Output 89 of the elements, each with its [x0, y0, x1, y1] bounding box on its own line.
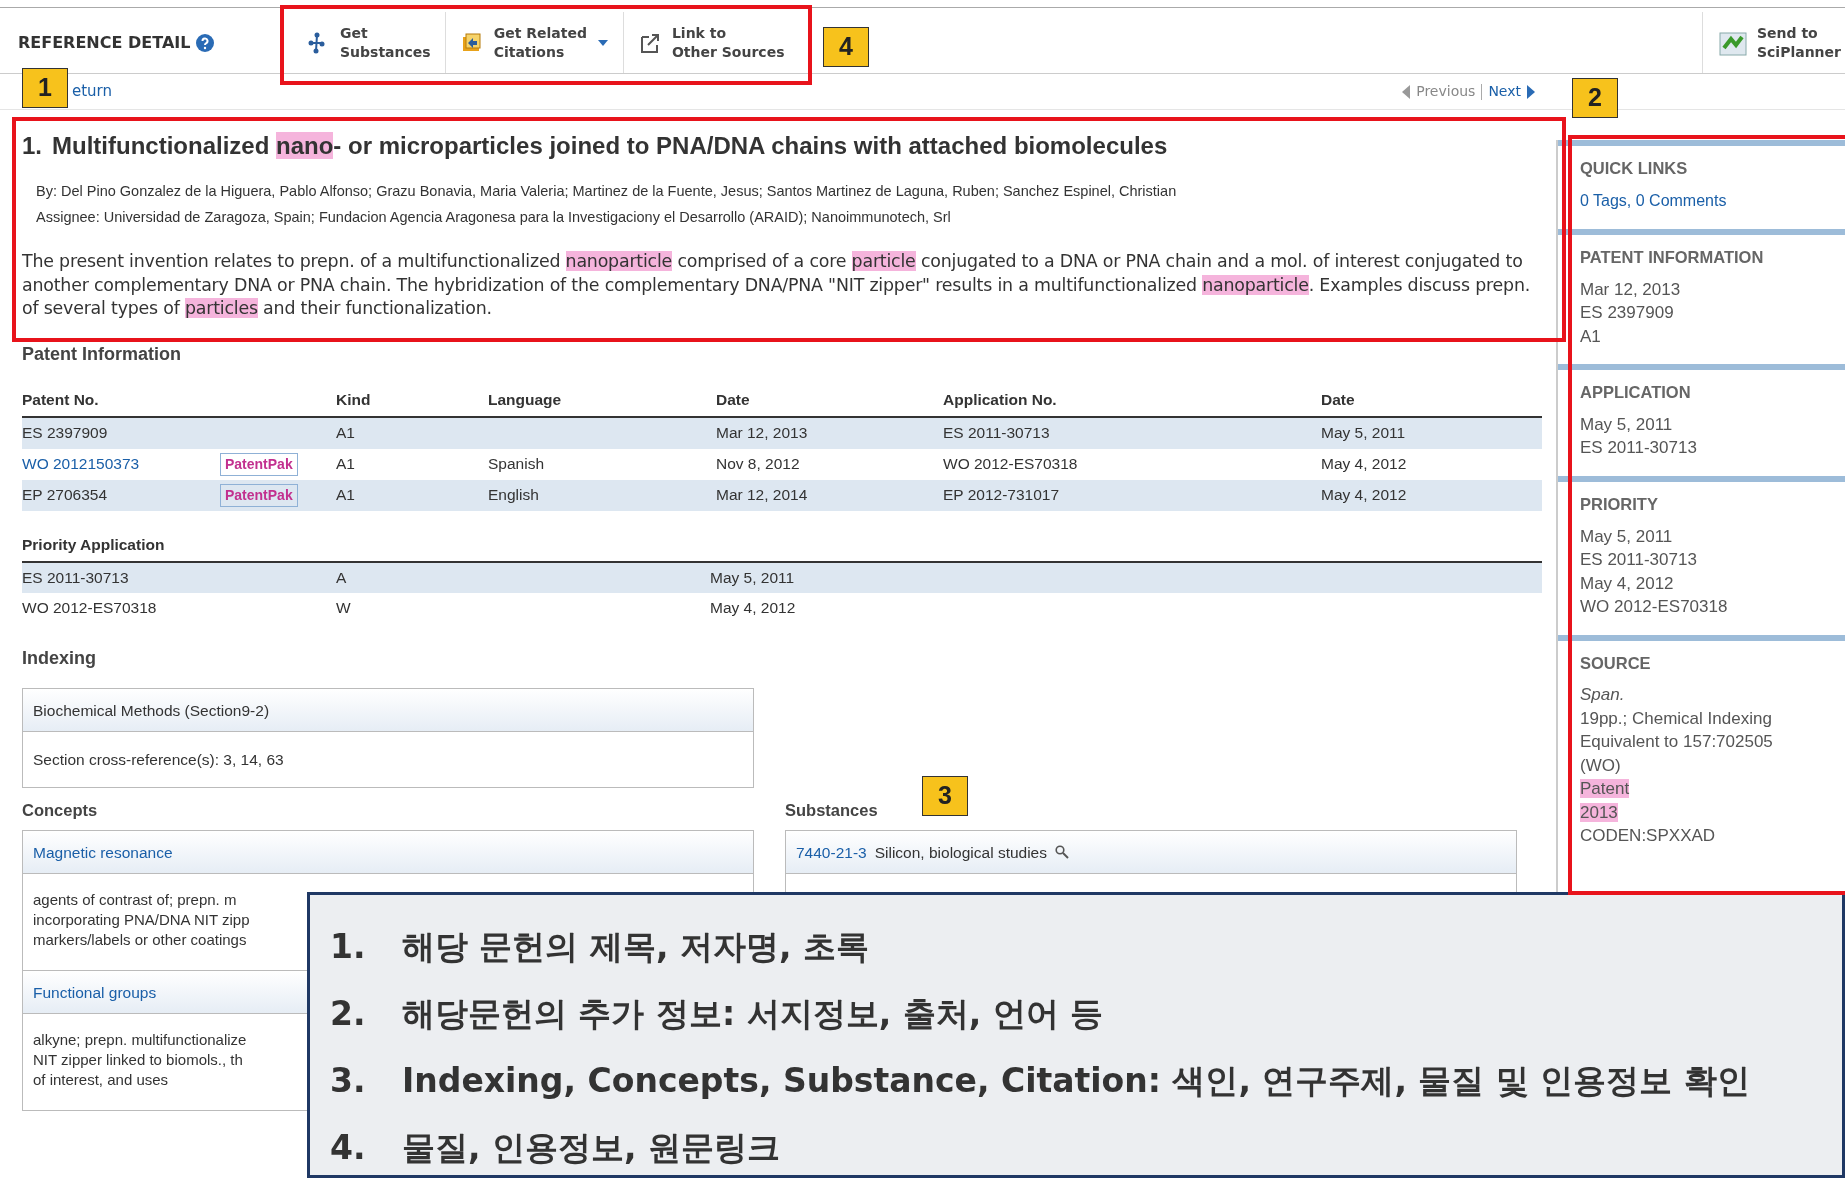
table-cell-text: Mar 12, 2013: [716, 423, 809, 444]
section-heading: Substances: [785, 799, 878, 821]
sidebar-text: Span.: [1580, 684, 1626, 707]
concept-text: agents of contrast of; prepn. m: [33, 890, 237, 911]
get-related-citations-button[interactable]: Get Related Citations: [444, 12, 623, 73]
table-cell-text: May 4, 2012: [710, 597, 797, 618]
sidebar-text: May 4, 2012: [1580, 572, 1675, 595]
sidebar-heading: PRIORITY: [1580, 493, 1659, 515]
callout-number: 3: [922, 776, 968, 816]
column-header: Date: [716, 389, 751, 410]
sidebar-text: A1: [1580, 325, 1602, 348]
sidebar-heading: PATENT INFORMATION: [1580, 246, 1765, 268]
concept-link[interactable]: Functional groups: [33, 984, 157, 1002]
sidebar-text: May 5, 2011: [1580, 413, 1674, 436]
table-cell-text: WO 2012-ES70318: [22, 597, 158, 618]
legend-item: 1. 해당 문헌의 제목, 저자명, 초록: [330, 925, 871, 968]
table-cell-text: ES 2011-30713: [22, 567, 130, 588]
callout-number: 2: [1572, 78, 1618, 118]
sidebar-heading: APPLICATION: [1580, 382, 1692, 403]
table-cell-text: EP 2706354: [22, 485, 109, 506]
table-cell-text: A1: [336, 485, 356, 506]
column-header: Patent No.: [22, 389, 100, 410]
legend-item: 4. 물질, 인용정보, 원문링크: [330, 1126, 782, 1169]
table-cell-text: Mar 12, 2014: [716, 485, 809, 506]
sidebar-text: ES 2011-30713: [1580, 549, 1698, 571]
return-link[interactable]: eturn: [72, 80, 113, 103]
tags-comments-link[interactable]: 0 Tags, 0 Comments: [1580, 188, 1823, 213]
section-heading: Concepts: [22, 799, 98, 821]
concept-text: incorporating PNA/DNA NIT zipp: [33, 910, 250, 931]
previous-link[interactable]: Previous: [1416, 81, 1476, 102]
column-header: Application No.: [943, 389, 1058, 410]
sidebar-text: Mar 12, 2013: [1580, 278, 1682, 301]
sidebar-text: ES 2397909: [1580, 302, 1675, 324]
next-link[interactable]: Next: [1488, 81, 1521, 102]
page-title: REFERENCE DETAIL: [18, 31, 191, 54]
sidebar-text: WO 2012-ES70318: [1580, 596, 1729, 618]
table-cell-text: May 5, 2011: [710, 567, 796, 588]
get-substances-button[interactable]: Get Substances: [292, 12, 445, 73]
concept-text: markers/labels or other coatings: [33, 930, 247, 951]
sidebar-text: CODEN:SPXXAD: [1580, 825, 1717, 848]
sidebar-text: (WO): [1580, 754, 1622, 777]
callout-number: 4: [823, 27, 869, 67]
concept-link[interactable]: Magnetic resonance: [33, 844, 173, 862]
patentpak-link[interactable]: PatentPak: [220, 452, 298, 476]
patent-link[interactable]: WO 2012150373: [22, 452, 220, 476]
table-cell-text: EP 2012-731017: [943, 485, 1061, 506]
section-heading: Patent Information: [22, 342, 181, 366]
sidebar-heading: QUICK LINKS: [1580, 158, 1689, 179]
cross-reference-text: Section cross-reference(s): 3, 14, 63: [32, 749, 285, 770]
concept-text: NIT zipper linked to biomols., th: [33, 1050, 243, 1071]
patentpak-link[interactable]: PatentPak: [220, 483, 298, 507]
table-cell-text: May 4, 2012: [1321, 485, 1408, 506]
table-cell-text: Nov 8, 2012: [716, 454, 801, 475]
sidebar-heading: SOURCE: [1580, 652, 1652, 674]
reference-title: 1. Multifunctionalized nano- or microparticles joined to PNA/DNA chains with attached biomolecules: [22, 131, 1169, 161]
authors-text: By: Del Pino Gonzalez de la Higuera, Pablo Alfonso; Grazu Bonavia, Maria Valeria; Martinez de la Fuente, Jesus; Santos Martinez de Laguna, Ruben; Sanchez Espinel, Christian: [35, 182, 1178, 201]
table-cell-text: May 5, 2011: [1321, 423, 1407, 444]
abstract-text: The present invention relates to prepn. of a multifunctionalized nanoparticle comprised of a core particle conjugated to a DNA or PNA chain and a mol. of interest conjugated to another complementary DNA or PNA chain. The hybridization of the complementary DNA/PNA "NIT zipper" results in a multifunctionalized nanoparticle. Examples discuss prepn. of several types of particles and their functionalization.: [22, 250, 1532, 320]
sidebar-text: ES 2011-30713: [1580, 437, 1698, 460]
table-cell-text: ES 2397909: [22, 423, 109, 444]
table-cell-text: English: [488, 485, 540, 506]
link-sources-button[interactable]: Link to Other Sources: [622, 12, 799, 73]
table-cell-text: A1: [336, 423, 356, 444]
table-cell-text: W: [336, 597, 352, 618]
sidebar-text: Equivalent to 157:702505: [1580, 731, 1774, 754]
section-heading: Priority Application: [22, 534, 166, 555]
table-cell-text: A: [336, 567, 348, 588]
callout-number: 1: [22, 68, 68, 108]
concept-text: of interest, and uses: [33, 1070, 169, 1091]
sidebar-text: 2013: [1580, 801, 1619, 824]
send-to-sciplanner-button[interactable]: Send to SciPlanner: [1701, 12, 1845, 73]
column-header: Kind: [336, 389, 372, 410]
table-cell-text: A1: [336, 454, 356, 475]
registry-number-link[interactable]: 7440-21-3: [796, 840, 867, 864]
substance-name: Silicon, biological studies: [874, 842, 1047, 863]
table-cell-text: ES 2011-30713: [943, 423, 1051, 444]
legend-item: 3. Indexing, Concepts, Substance, Citation: 색인, 연구주제, 물질 및 인용정보 확인: [330, 1059, 1751, 1102]
assignee-text: Assignee: Universidad de Zaragoza, Spain; Fundacion Agencia Aragonesa para la Investigaciony el Desarrollo (ARAID); Nanoimmunotech, Srl: [35, 208, 952, 227]
concept-text: alkyne; prepn. multifunctionalize: [33, 1030, 247, 1051]
column-header: Date: [1321, 389, 1356, 410]
sidebar-text: May 5, 2011: [1580, 525, 1674, 548]
section-heading: Indexing: [22, 646, 96, 670]
table-cell-text: Spanish: [488, 454, 545, 475]
sidebar-text: 19pp.; Chemical Indexing: [1580, 707, 1773, 730]
column-header: Language: [488, 389, 563, 410]
table-cell-text: WO 2012-ES70318: [943, 454, 1079, 475]
legend-item: 2. 해당문헌의 추가 정보: 서지정보, 출처, 언어 등: [330, 992, 1105, 1035]
sidebar-text: Patent: [1580, 778, 1631, 801]
table-cell-text: May 4, 2012: [1321, 454, 1408, 475]
